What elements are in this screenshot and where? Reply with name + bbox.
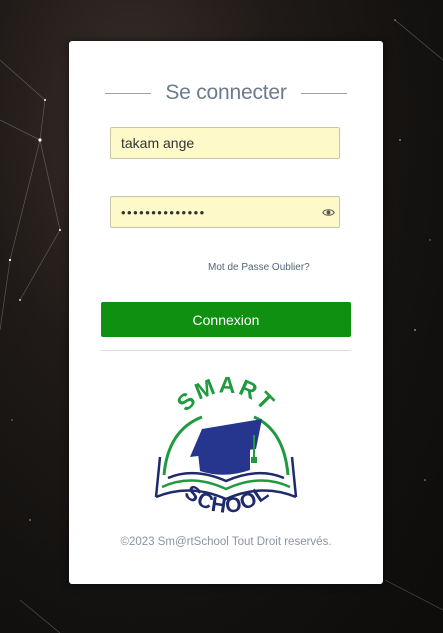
svg-text:SCHOOL: SCHOOL: [180, 480, 273, 518]
password-field[interactable]: [110, 196, 340, 228]
username-input[interactable]: [121, 135, 329, 151]
svg-text:SMART: SMART: [171, 375, 280, 416]
graduation-cap-icon: [190, 419, 262, 475]
login-card: Se connecter Mot de Passe Oublier? Conne…: [69, 41, 383, 584]
login-title-row: Se connecter: [69, 79, 383, 107]
logo-word-bottom: SCHOOL: [180, 480, 272, 518]
page-title: Se connecter: [165, 81, 287, 104]
password-input[interactable]: [121, 204, 329, 220]
copyright-text: ©2023 Sm@rtSchool Tout Droit reservés.: [120, 536, 332, 548]
title-divider-right: [300, 92, 347, 94]
username-field[interactable]: [110, 127, 340, 159]
forgot-password-link[interactable]: Mot de Passe Oublier?: [208, 262, 310, 273]
divider: [101, 350, 351, 351]
eye-icon[interactable]: [322, 206, 335, 219]
title-divider-left: [105, 92, 152, 94]
logo-word-top: SMART: [171, 375, 278, 416]
login-button[interactable]: Connexion: [101, 302, 351, 337]
smart-school-logo: SMART SCHOOL: [154, 375, 298, 518]
